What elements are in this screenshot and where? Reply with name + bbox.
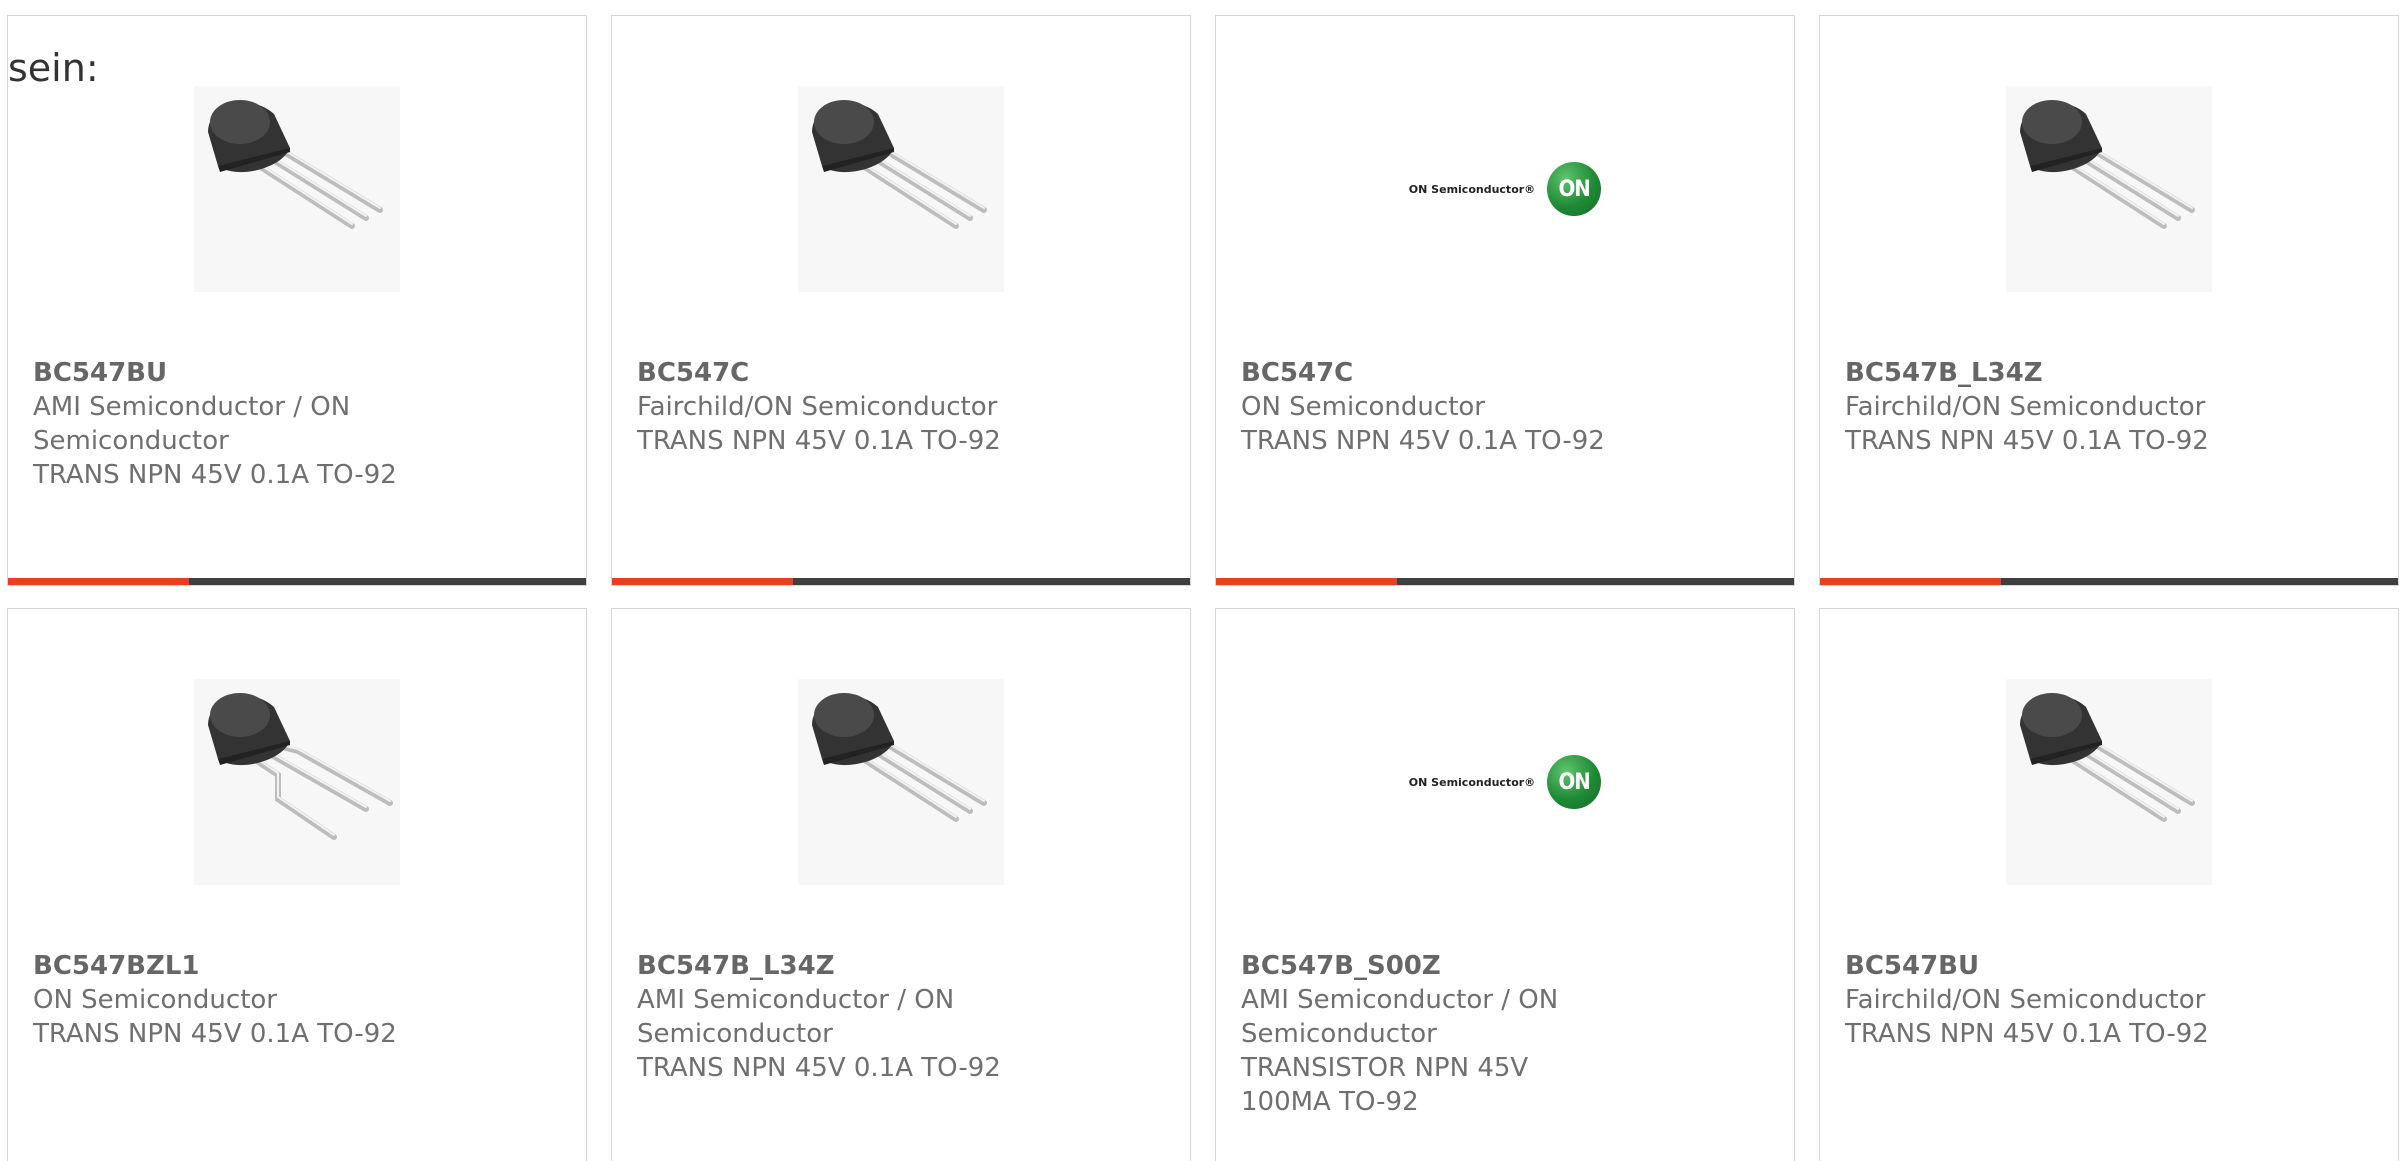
- product-info: BC547C ON Semiconductor TRANS NPN 45V 0.…: [1241, 356, 1621, 458]
- card-accent-bar: [1820, 578, 2001, 585]
- product-manufacturer: Fairchild/ON Semiconductor: [1845, 985, 2206, 1015]
- product-manufacturer: AMI Semiconductor / ON Semiconductor: [637, 985, 955, 1049]
- product-description: TRANSISTOR NPN 45V 100MA TO-92: [1241, 1053, 1529, 1117]
- transistor-icon: [798, 86, 1004, 292]
- product-part-number[interactable]: BC547BZL1: [33, 949, 413, 983]
- product-description: TRANS NPN 45V 0.1A TO-92: [1845, 1019, 2209, 1049]
- product-description: TRANS NPN 45V 0.1A TO-92: [637, 426, 1001, 456]
- on-semiconductor-logo: ON Semiconductor® ON: [1408, 162, 1602, 216]
- product-part-number[interactable]: BC547B_S00Z: [1241, 949, 1621, 983]
- product-part-number[interactable]: BC547BU: [1845, 949, 2225, 983]
- logo-wordmark: ON Semiconductor®: [1408, 182, 1536, 196]
- product-info: BC547B_S00Z AMI Semiconductor / ON Semic…: [1241, 949, 1621, 1119]
- product-image[interactable]: [2006, 679, 2212, 885]
- transistor-icon: [2006, 679, 2212, 885]
- product-manufacturer: Fairchild/ON Semiconductor: [637, 392, 998, 422]
- product-part-number[interactable]: BC547BU: [33, 356, 413, 390]
- product-card[interactable]: BC547BZL1 ON Semiconductor TRANS NPN 45V…: [7, 608, 587, 1161]
- transistor-bent-leads-icon: [194, 679, 400, 885]
- product-info: BC547BZL1 ON Semiconductor TRANS NPN 45V…: [33, 949, 413, 1051]
- on-badge-icon: ON: [1547, 755, 1602, 809]
- product-image[interactable]: ON Semiconductor® ON: [1402, 86, 1608, 292]
- product-image[interactable]: ON Semiconductor® ON: [1402, 679, 1608, 885]
- product-grid: BC547BU AMI Semiconductor / ON Semicondu…: [7, 15, 2399, 1161]
- product-part-number[interactable]: BC547B_L34Z: [637, 949, 1017, 983]
- product-card[interactable]: BC547BU AMI Semiconductor / ON Semicondu…: [7, 15, 587, 586]
- product-image[interactable]: [194, 679, 400, 885]
- product-image[interactable]: [798, 679, 1004, 885]
- product-part-number[interactable]: BC547C: [637, 356, 1017, 390]
- card-accent-bar: [1216, 578, 1397, 585]
- product-manufacturer: AMI Semiconductor / ON Semiconductor: [1241, 985, 1559, 1049]
- product-card[interactable]: ON Semiconductor® ON BC547B_S00Z AMI Sem…: [1215, 608, 1795, 1161]
- product-info: BC547C Fairchild/ON Semiconductor TRANS …: [637, 356, 1017, 458]
- transistor-icon: [194, 86, 400, 292]
- product-image[interactable]: [798, 86, 1004, 292]
- card-bottom-bar: [612, 578, 1190, 585]
- product-card[interactable]: BC547BU Fairchild/ON Semiconductor TRANS…: [1819, 608, 2399, 1161]
- product-card[interactable]: ON Semiconductor® ON BC547C ON Semicondu…: [1215, 15, 1795, 586]
- product-part-number[interactable]: BC547B_L34Z: [1845, 356, 2225, 390]
- transistor-icon: [2006, 86, 2212, 292]
- logo-wordmark: ON Semiconductor®: [1408, 775, 1536, 789]
- on-badge-icon: ON: [1547, 162, 1602, 216]
- product-manufacturer: ON Semiconductor: [1241, 392, 1485, 422]
- card-bottom-bar: [1820, 578, 2398, 585]
- card-bottom-bar: [1216, 578, 1794, 585]
- product-image[interactable]: [194, 86, 400, 292]
- product-card[interactable]: BC547B_L34Z AMI Semiconductor / ON Semic…: [611, 608, 1191, 1161]
- product-manufacturer: ON Semiconductor: [33, 985, 277, 1015]
- product-results-page: sein: BC547BU AMI Semiconductor / ON Sem…: [0, 0, 2400, 1161]
- product-description: TRANS NPN 45V 0.1A TO-92: [1241, 426, 1605, 456]
- product-image[interactable]: [2006, 86, 2212, 292]
- product-card[interactable]: BC547C Fairchild/ON Semiconductor TRANS …: [611, 15, 1191, 586]
- card-accent-bar: [8, 578, 189, 585]
- card-accent-bar: [612, 578, 793, 585]
- product-manufacturer: Fairchild/ON Semiconductor: [1845, 392, 2206, 422]
- product-description: TRANS NPN 45V 0.1A TO-92: [637, 1053, 1001, 1083]
- product-description: TRANS NPN 45V 0.1A TO-92: [33, 1019, 397, 1049]
- transistor-icon: [798, 679, 1004, 885]
- product-info: BC547BU Fairchild/ON Semiconductor TRANS…: [1845, 949, 2225, 1051]
- card-bottom-bar: [8, 578, 586, 585]
- product-description: TRANS NPN 45V 0.1A TO-92: [33, 460, 397, 490]
- product-description: TRANS NPN 45V 0.1A TO-92: [1845, 426, 2209, 456]
- product-info: BC547B_L34Z AMI Semiconductor / ON Semic…: [637, 949, 1017, 1085]
- product-info: BC547BU AMI Semiconductor / ON Semicondu…: [33, 356, 413, 492]
- on-semiconductor-logo: ON Semiconductor® ON: [1408, 755, 1602, 809]
- intro-text: sein:: [8, 46, 99, 90]
- product-info: BC547B_L34Z Fairchild/ON Semiconductor T…: [1845, 356, 2225, 458]
- product-card[interactable]: BC547B_L34Z Fairchild/ON Semiconductor T…: [1819, 15, 2399, 586]
- product-manufacturer: AMI Semiconductor / ON Semiconductor: [33, 392, 351, 456]
- product-part-number[interactable]: BC547C: [1241, 356, 1621, 390]
